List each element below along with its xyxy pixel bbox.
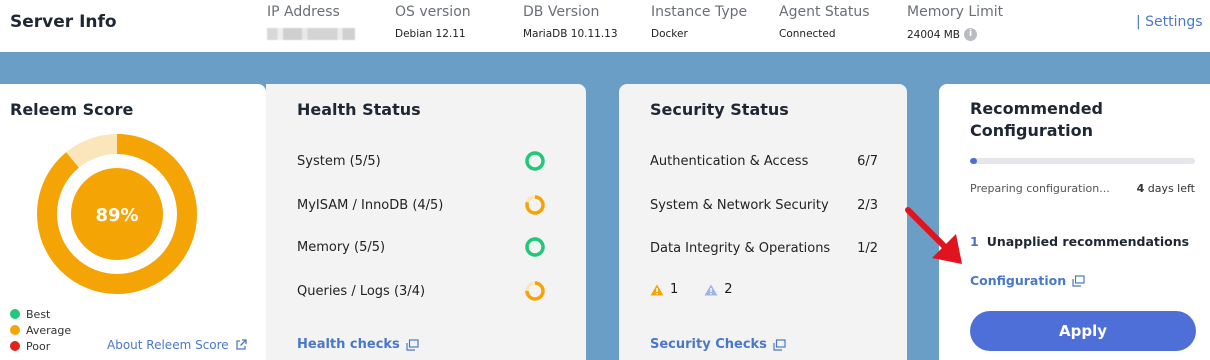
os-version-value: Debian 12.11 [395, 28, 466, 40]
agent-status-field: Agent Status Connected [779, 4, 870, 40]
agent-status-label: Agent Status [779, 4, 870, 20]
score-value: 89% [95, 205, 138, 226]
health-row-label: MyISAM / InnoDB (4/5) [297, 197, 444, 213]
status-ring-icon [525, 151, 545, 171]
health-row-system[interactable]: System (5/5) [297, 150, 586, 172]
legend-best: Best [10, 306, 71, 322]
open-window-icon [773, 338, 786, 351]
memory-limit-value-row: 24004 MB i [907, 28, 1003, 41]
legend-poor: Poor [10, 338, 71, 354]
health-checks-label: Health checks [297, 337, 400, 352]
instance-type-label: Instance Type [651, 4, 748, 20]
health-row-memory[interactable]: Memory (5/5) [297, 236, 586, 258]
health-row-myisam-innodb[interactable]: MyISAM / InnoDB (4/5) [297, 194, 586, 216]
server-info-bar: Server Info IP Address OS version Debian… [0, 0, 1210, 52]
score-donut: 89% [37, 134, 197, 294]
instance-type-field: Instance Type Docker [651, 4, 747, 40]
security-status-title: Security Status [650, 100, 789, 119]
configuration-link[interactable]: Configuration [970, 273, 1085, 288]
about-releem-score-link[interactable]: About Releem Score [107, 338, 247, 352]
security-row-value: 6/7 [857, 153, 878, 169]
unapplied-recommendations: 1 Unapplied recommendations [970, 234, 1189, 249]
legend-best-dot [10, 309, 20, 319]
security-row-authentication[interactable]: Authentication & Access 6/7 [650, 150, 878, 172]
legend-best-label: Best [26, 307, 51, 321]
days-left: 4 days left [1137, 182, 1195, 195]
configuration-link-label: Configuration [970, 273, 1067, 288]
redacted-ip [267, 28, 355, 40]
memory-limit-value: 24004 MB [907, 28, 961, 41]
health-status-title: Health Status [297, 100, 421, 119]
configuration-progress-fill [970, 158, 977, 164]
health-row-queries-logs[interactable]: Queries / Logs (3/4) [297, 280, 586, 302]
preparing-text: Preparing configuration... [970, 182, 1110, 195]
ip-address-field: IP Address [267, 4, 355, 40]
legend-poor-label: Poor [26, 339, 51, 353]
health-row-label: Memory (5/5) [297, 239, 386, 255]
security-checks-link[interactable]: Security Checks [650, 337, 786, 352]
os-version-label: OS version [395, 4, 471, 20]
security-row-value: 1/2 [857, 240, 878, 256]
agent-status-value: Connected [779, 28, 836, 40]
info-icon[interactable]: i [964, 28, 978, 41]
status-ring-icon [525, 195, 545, 215]
apply-button[interactable]: Apply [970, 311, 1196, 351]
ip-address-label: IP Address [267, 4, 340, 20]
open-window-icon [1072, 274, 1085, 287]
memory-limit-field: Memory Limit 24004 MB i [907, 4, 1003, 41]
health-row-label: Queries / Logs (3/4) [297, 283, 426, 299]
os-version-field: OS version Debian 12.11 [395, 4, 471, 40]
memory-limit-label: Memory Limit [907, 4, 1004, 20]
open-window-icon [406, 338, 419, 351]
legend-average-label: Average [26, 323, 72, 337]
score-legend: Best Average Poor [10, 306, 71, 354]
warning-orange-icon [650, 284, 664, 295]
health-row-label: System (5/5) [297, 153, 381, 169]
db-version-label: DB Version [523, 4, 600, 20]
security-row-system-network[interactable]: System & Network Security 2/3 [650, 194, 878, 216]
releem-score-title: Releem Score [10, 100, 134, 119]
warning-blue-icon [704, 284, 718, 295]
security-row-label: Authentication & Access [650, 153, 809, 169]
security-row-label: System & Network Security [650, 197, 829, 213]
security-row-label: Data Integrity & Operations [650, 240, 831, 256]
recommended-configuration-card: Recommended Configuration Preparing conf… [939, 84, 1210, 360]
external-link-icon [236, 339, 247, 350]
configuration-progress-bar [970, 158, 1195, 164]
security-status-card: Security Status Authentication & Access … [619, 84, 907, 360]
security-row-data-integrity[interactable]: Data Integrity & Operations 1/2 [650, 237, 878, 259]
legend-average: Average [10, 322, 71, 338]
page-title: Server Info [10, 12, 117, 32]
status-ring-icon [525, 237, 545, 257]
ip-address-value [267, 28, 355, 40]
db-version-value: MariaDB 10.11.13 [523, 28, 618, 40]
unapplied-label: Unapplied recommendations [986, 234, 1190, 249]
security-warnings: 1 2 [650, 282, 739, 297]
security-row-value: 2/3 [857, 197, 878, 213]
days-left-number: 4 [1136, 182, 1145, 195]
recommended-configuration-title: Recommended Configuration [970, 99, 1103, 140]
days-left-label: days left [1147, 182, 1195, 195]
instance-type-value: Docker [651, 28, 688, 40]
releem-score-card: Releem Score 89% Best Average Poor About… [0, 84, 266, 360]
health-checks-link[interactable]: Health checks [297, 337, 419, 352]
legend-poor-dot [10, 341, 20, 351]
warning-blue-count: 2 [724, 282, 733, 297]
red-arrow-icon [905, 207, 962, 264]
warning-orange-count: 1 [670, 282, 679, 297]
about-releem-score-label: About Releem Score [107, 338, 229, 352]
health-status-card: Health Status System (5/5) MyISAM / Inno… [266, 84, 586, 360]
security-checks-label: Security Checks [650, 337, 767, 352]
settings-link[interactable]: | Settings [1136, 14, 1203, 30]
status-ring-icon [525, 281, 545, 301]
legend-average-dot [10, 325, 20, 335]
db-version-field: DB Version MariaDB 10.11.13 [523, 4, 618, 40]
